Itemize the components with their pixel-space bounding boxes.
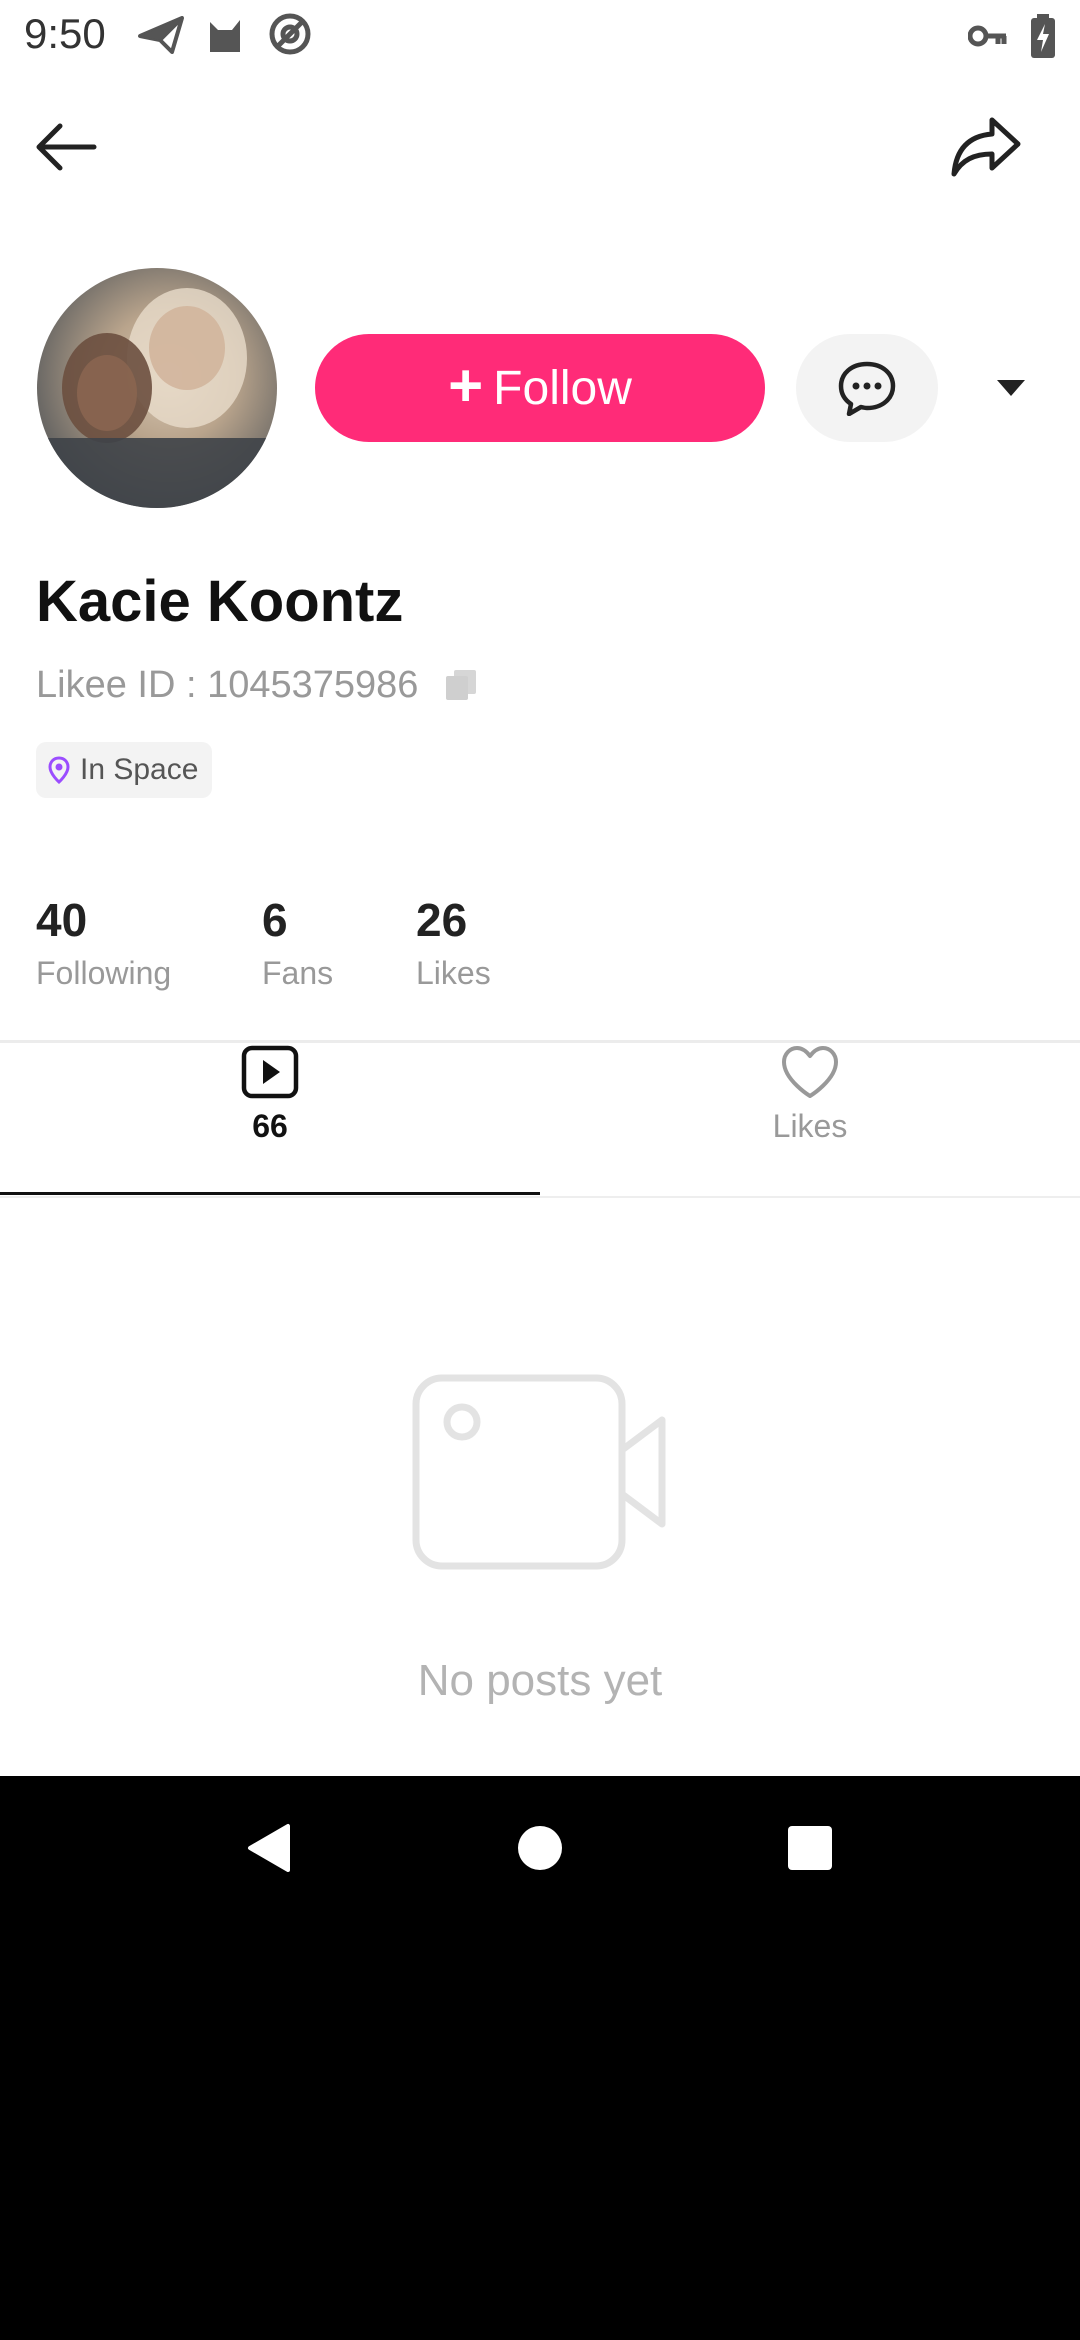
back-button[interactable]: [30, 110, 104, 184]
chat-bubble-icon: [838, 361, 896, 416]
copy-icon[interactable]: [444, 668, 478, 702]
status-bar: 9:50: [0, 0, 1080, 70]
profile-name: Kacie Koontz: [36, 569, 404, 634]
tab-likes[interactable]: Likes: [540, 1044, 1080, 1196]
plus-icon: +: [448, 351, 484, 419]
profile-screen: 9:50 + Follow Kacie Koontz Likee ID: 10…: [0, 0, 1080, 1776]
tab-posts[interactable]: 66: [0, 1044, 540, 1196]
stat-fans-value: 6: [262, 894, 288, 946]
video-camera-icon: [412, 1374, 668, 1570]
section-divider: [0, 1040, 1080, 1043]
tab-posts-label: 66: [252, 1108, 288, 1144]
at-sign-icon: [268, 12, 312, 56]
arrow-left-icon: [36, 123, 97, 171]
home-circle-icon: [518, 1826, 562, 1870]
back-triangle-icon: [248, 1824, 290, 1872]
recents-square-icon: [788, 1826, 832, 1870]
video-play-icon: [241, 1045, 299, 1099]
follow-button[interactable]: + Follow: [315, 334, 765, 442]
send-icon: [138, 16, 184, 54]
status-time: 9:50: [24, 10, 106, 57]
likee-id: Likee ID : 1045375986: [36, 664, 419, 706]
tab-likes-label: Likes: [772, 1108, 848, 1144]
stat-likes-label: Likes: [416, 955, 491, 991]
message-button[interactable]: [796, 334, 938, 442]
stat-following-value: 40: [36, 894, 88, 946]
nav-home-button[interactable]: [504, 1812, 576, 1884]
location-label: In Space: [80, 753, 199, 786]
stat-likes[interactable]: 26 Likes: [416, 892, 491, 996]
follow-label: Follow: [493, 361, 632, 415]
location-pin-icon: [48, 756, 70, 784]
empty-state-text: No posts yet: [417, 1656, 663, 1705]
stat-following-label: Following: [36, 955, 172, 991]
avatar[interactable]: [37, 268, 277, 508]
caret-down-icon: [997, 380, 1025, 396]
nav-recents-button[interactable]: [774, 1812, 846, 1884]
more-options-button[interactable]: [986, 370, 1036, 406]
stat-fans-label: Fans: [262, 955, 334, 991]
share-icon: [951, 117, 1021, 177]
system-nav-bar: [0, 1776, 1080, 1920]
tab-selected-indicator: [0, 1192, 540, 1195]
stat-following[interactable]: 40 Following: [36, 892, 171, 996]
location-chip[interactable]: In Space: [36, 742, 213, 798]
stat-likes-value: 26: [416, 894, 468, 946]
avatar-photo: [37, 288, 277, 508]
tab-divider: [0, 1196, 1080, 1198]
nav-back-button[interactable]: [232, 1812, 304, 1884]
key-icon: [968, 22, 1008, 50]
heart-icon: [782, 1046, 838, 1098]
battery-charging-icon: [1030, 14, 1056, 58]
cat-icon: [206, 14, 244, 54]
stat-fans[interactable]: 6 Fans: [262, 892, 333, 996]
share-button[interactable]: [946, 106, 1026, 186]
